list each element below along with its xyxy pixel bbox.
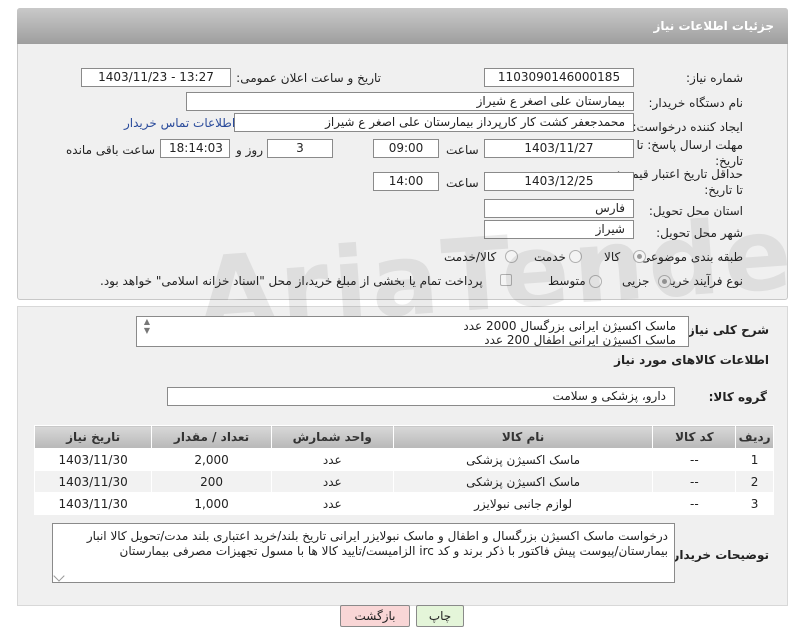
cell-name: لوازم جانبی نبولایزر [392,492,654,515]
panel-header: جزئیات اطلاعات نیاز [17,8,788,44]
cell-name: ماسک اکسیژن پزشکی [392,470,654,493]
announce-field[interactable]: 1403/11/23 - 13:27 [81,68,231,87]
deadline-time-field[interactable]: 09:00 [373,139,439,158]
summary-label: شرح کلی نیاز: [683,323,769,337]
category-label: طبقه بندی موضوعی: [636,250,743,264]
col-quantity: تعداد / مقدار [151,425,272,449]
col-row: ردیف [735,425,774,449]
cell-name: ماسک اکسیژن پزشکی [392,448,654,471]
deadline-time-label: ساعت [446,143,479,157]
buyer-notes-label: توضیحات خریدار: [667,548,769,562]
remaining-label: ساعت باقی مانده [66,143,156,157]
deadline-date-field[interactable]: 1403/11/27 [484,139,634,158]
province-field[interactable]: فارس [484,199,634,218]
goods-group-label: گروه کالا: [708,390,767,404]
validity-date-field[interactable]: 1403/12/25 [484,172,634,191]
requester-label: ایجاد کننده درخواست: [632,120,743,134]
cell-quantity: 200 [151,470,272,493]
col-name: نام کالا [392,425,654,449]
purchase-radio-medium[interactable] [589,275,602,288]
validity-time-field[interactable]: 14:00 [373,172,439,191]
days-field[interactable]: 3 [267,139,333,158]
print-button[interactable]: چاپ [416,605,464,627]
validity-time-label: ساعت [446,176,479,190]
days-label: روز و [236,143,263,157]
cell-date: 1403/11/30 [33,492,153,515]
buyer-notes-textarea[interactable]: درخواست ماسک اکسیژن بزرگسال و اطفال و ما… [52,523,675,583]
cell-row: 2 [735,470,774,493]
deadline-label: مهلت ارسال پاسخ: تا تاریخ: [636,138,743,168]
goods-table: ردیف کد کالا نام کالا واحد شمارش تعداد /… [33,425,774,515]
cell-quantity: 2,000 [151,448,272,471]
requester-field[interactable]: محمدجعفر کشت کار کارپرداز بیمارستان علی … [234,113,634,132]
scroll-down-icon[interactable]: ▼ [142,326,152,336]
col-code: کد کالا [652,425,737,449]
cell-quantity: 1,000 [151,492,272,515]
payment-note: پرداخت تمام یا بخشی از مبلغ خرید،از محل … [100,274,483,288]
cell-row: 3 [735,492,774,515]
cell-date: 1403/11/30 [33,448,153,471]
announce-label: تاریخ و ساعت اعلان عمومی: [236,71,381,85]
city-field[interactable]: شیراز [484,220,634,239]
goods-section-title: اطلاعات کالاهای مورد نیاز [614,353,769,367]
city-label: شهر محل تحویل: [656,226,743,240]
cell-code: -- [652,448,737,471]
cell-unit: عدد [270,492,394,515]
back-button[interactable]: بازگشت [340,605,410,627]
need-number-field[interactable]: 1103090146000185 [484,68,634,87]
table-row[interactable]: 2 -- ماسک اکسیژن پزشکی عدد 200 1403/11/3… [33,470,774,493]
category-radio-service[interactable] [569,250,582,263]
cell-code: -- [652,492,737,515]
category-radio-goods-service[interactable] [505,250,518,263]
category-option-service: خدمت [534,250,566,264]
summary-line-1: ماسک اکسیژن ایرانی بزرگسال 2000 عدد [463,319,676,333]
summary-line-2: ماسک اکسیژن ایرانی اطفال 200 عدد [484,333,676,347]
cell-code: -- [652,470,737,493]
buyer-org-field[interactable]: بیمارستان علی اصغر ع شیراز [186,92,634,111]
col-date: تاریخ نیاز [33,425,153,449]
category-radio-goods[interactable] [633,250,646,263]
purchase-option-minor: جزیی [622,274,650,288]
category-option-goods-service: کالا/خدمت [444,250,497,264]
remaining-time-field[interactable]: 18:14:03 [160,139,230,158]
summary-textarea[interactable]: ماسک اکسیژن ایرانی بزرگسال 2000 عدد ماسک… [136,316,689,347]
buyer-org-label: نام دستگاه خریدار: [648,96,744,110]
purchase-radio-minor[interactable] [658,275,671,288]
table-header-row: ردیف کد کالا نام کالا واحد شمارش تعداد /… [33,425,774,449]
cell-unit: عدد [270,448,394,471]
table-row[interactable]: 1 -- ماسک اکسیژن پزشکی عدد 2,000 1403/11… [33,448,774,471]
payment-checkbox[interactable] [500,274,512,286]
category-option-goods: کالا [604,250,621,264]
cell-unit: عدد [270,470,394,493]
buyer-contact-link[interactable]: اطلاعات تماس خریدار [124,116,235,130]
need-number-label: شماره نیاز: [686,71,743,85]
table-row[interactable]: 3 -- لوازم جانبی نبولایزر عدد 1,000 1403… [33,492,774,515]
purchase-option-medium: متوسط [548,274,586,288]
cell-row: 1 [735,448,774,471]
goods-group-field[interactable]: دارو، پزشکی و سلامت [167,387,675,406]
col-unit: واحد شمارش [270,425,394,449]
province-label: استان محل تحویل: [648,204,743,218]
cell-date: 1403/11/30 [33,470,153,493]
